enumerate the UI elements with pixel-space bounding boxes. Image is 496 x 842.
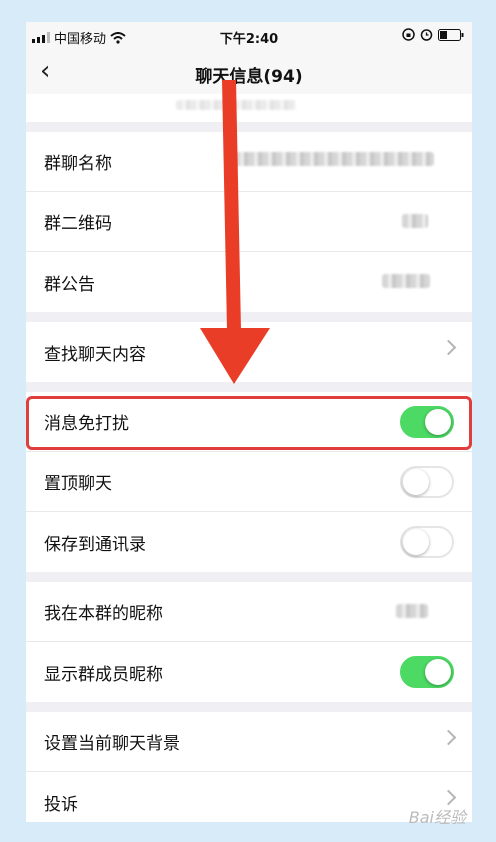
status-bar: 中国移动 下午2:40 [26, 22, 472, 50]
group-notice-label: 群公告 [44, 274, 95, 295]
group-qrcode-row[interactable]: 群二维码 [26, 192, 472, 252]
watermark-text: Bai经验 [408, 808, 466, 827]
status-right [402, 28, 464, 41]
search-history-section: 查找聊天内容 [26, 322, 472, 382]
sticky-on-top-label: 置顶聊天 [44, 474, 112, 494]
toggle-knob [403, 529, 429, 555]
alarm-icon [420, 29, 433, 41]
sticky-on-top-row: 置顶聊天 [26, 452, 472, 512]
my-nickname-row[interactable]: 我在本群的昵称 [26, 582, 472, 642]
show-member-nicknames-label: 显示群成员昵称 [44, 664, 163, 685]
member-strip [26, 94, 472, 122]
chevron-right-icon [440, 789, 457, 806]
rotation-lock-icon [402, 28, 415, 41]
phone-screen: 中国移动 下午2:40 ‹ 聊天信息(94) 群聊名称 群二维码 群公告 查找聊… [26, 22, 472, 822]
chat-background-label: 设置当前聊天背景 [44, 734, 180, 754]
report-label: 投诉 [44, 794, 78, 815]
group-name-value [234, 152, 434, 166]
show-member-nicknames-toggle[interactable] [400, 656, 454, 688]
blurred-content [176, 100, 296, 110]
group-name-row[interactable]: 群聊名称 [26, 132, 472, 192]
save-to-contacts-label: 保存到通讯录 [44, 534, 146, 555]
mute-notifications-row: 消息免打扰 [26, 392, 472, 452]
mute-notifications-toggle[interactable] [400, 406, 454, 438]
save-to-contacts-row: 保存到通讯录 [26, 512, 472, 572]
chevron-right-icon [440, 339, 457, 356]
search-history-label: 查找聊天内容 [44, 344, 146, 365]
report-row[interactable]: 投诉 [26, 772, 472, 822]
search-history-row[interactable]: 查找聊天内容 [26, 322, 472, 382]
group-info-section: 群聊名称 群二维码 群公告 [26, 132, 472, 312]
chat-background-row[interactable]: 设置当前聊天背景 [26, 712, 472, 772]
qrcode-icon [402, 214, 428, 228]
nav-bar: ‹ 聊天信息(94) [26, 50, 472, 94]
my-nickname-value [396, 604, 428, 618]
settings-section: 消息免打扰 置顶聊天 保存到通讯录 [26, 392, 472, 572]
my-nickname-label: 我在本群的昵称 [44, 604, 163, 624]
group-qrcode-label: 群二维码 [44, 214, 112, 234]
mute-notifications-label: 消息免打扰 [44, 414, 129, 434]
toggle-knob [425, 409, 451, 435]
chevron-right-icon [440, 729, 457, 746]
sticky-on-top-toggle[interactable] [400, 466, 454, 498]
save-to-contacts-toggle[interactable] [400, 526, 454, 558]
battery-icon [438, 28, 464, 41]
nickname-section: 我在本群的昵称 显示群成员昵称 [26, 582, 472, 702]
toggle-knob [425, 659, 451, 685]
group-notice-value [382, 274, 430, 288]
group-name-label: 群聊名称 [44, 154, 112, 174]
toggle-knob [403, 469, 429, 495]
group-notice-row[interactable]: 群公告 [26, 252, 472, 312]
page-title: 聊天信息(94) [195, 67, 303, 87]
show-member-nicknames-row: 显示群成员昵称 [26, 642, 472, 702]
bottom-section: 设置当前聊天背景 投诉 [26, 712, 472, 822]
